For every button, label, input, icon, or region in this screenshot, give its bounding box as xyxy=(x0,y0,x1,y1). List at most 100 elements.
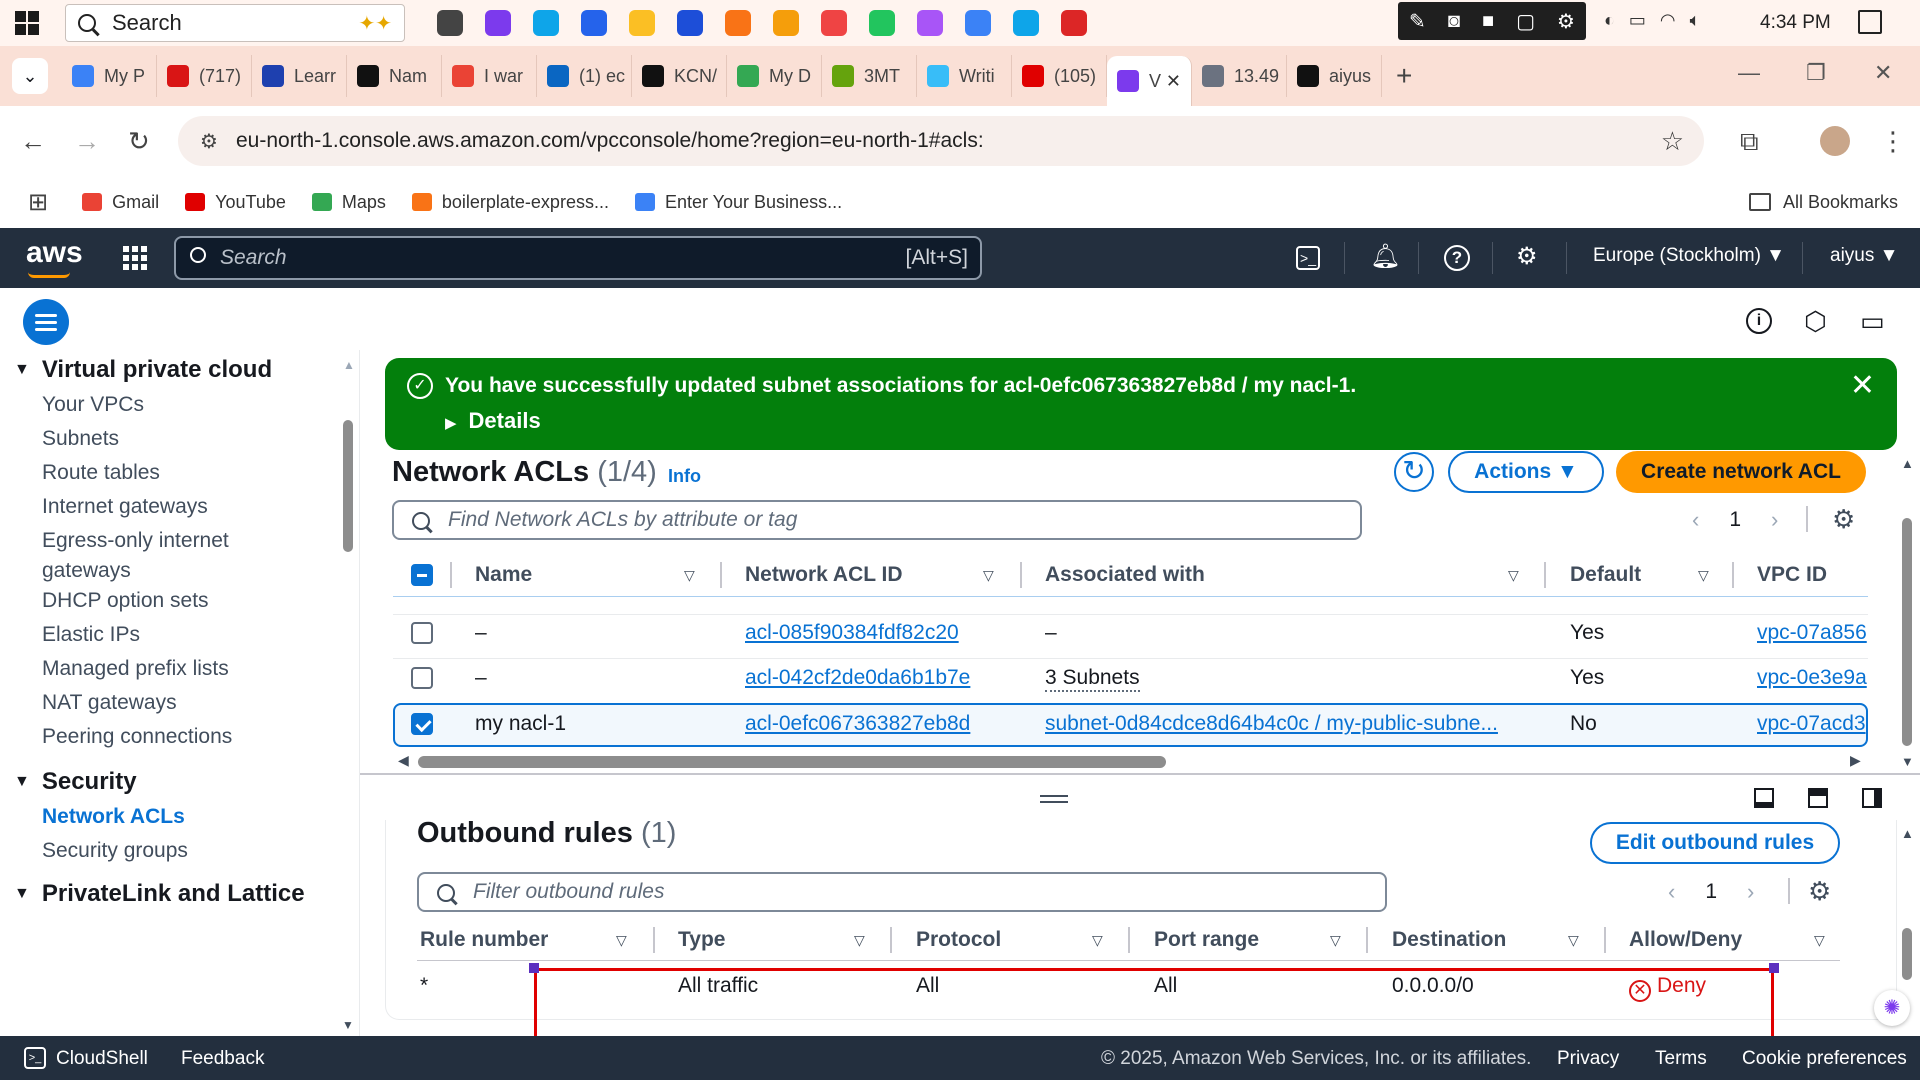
edge-icon[interactable] xyxy=(533,10,559,36)
vpc-id-link[interactable]: vpc-07a856 xyxy=(1757,621,1867,645)
column-divider[interactable] xyxy=(1544,562,1546,588)
column-header[interactable]: Destination xyxy=(1392,928,1506,952)
sidebar-scroll-down-icon[interactable]: ▼ xyxy=(342,1018,354,1032)
bell-icon[interactable]: 🔔︎ xyxy=(1370,242,1400,271)
column-divider[interactable] xyxy=(1366,927,1368,953)
restore-icon[interactable]: ❐ xyxy=(1806,60,1826,86)
table-vertical-scrollbar[interactable] xyxy=(1902,518,1912,746)
reload-icon[interactable]: ↻ xyxy=(128,126,150,157)
prev-page-icon[interactable]: ‹ xyxy=(1668,879,1675,905)
outbound-filter-input[interactable]: Filter outbound rules xyxy=(417,872,1387,912)
cookie-preferences-link[interactable]: Cookie preferences xyxy=(1742,1048,1907,1070)
cloudshell-icon[interactable]: >_ xyxy=(24,1047,46,1069)
outbound-vertical-scrollbar[interactable] xyxy=(1902,928,1912,980)
sort-caret-icon[interactable]: ▽ xyxy=(616,932,627,949)
bookmark-item[interactable]: Enter Your Business... xyxy=(634,192,842,213)
copilot-icon[interactable] xyxy=(485,10,511,36)
services-grid-icon[interactable] xyxy=(123,246,147,270)
info-link[interactable]: Info xyxy=(668,466,701,487)
sort-caret-icon[interactable]: ▽ xyxy=(1508,567,1519,584)
close-icon[interactable]: ✕ xyxy=(1850,368,1875,403)
taskbar-search[interactable]: Search ✦✦ xyxy=(65,4,405,42)
sort-caret-icon[interactable]: ▽ xyxy=(1092,932,1103,949)
browser-tab[interactable]: 13.49 xyxy=(1192,55,1287,97)
vpc-id-link[interactable]: vpc-07acd3 xyxy=(1757,712,1867,736)
files-icon[interactable] xyxy=(773,10,799,36)
browser-tab[interactable]: (1) ec xyxy=(537,55,632,97)
actions-dropdown[interactable]: Actions ▼ xyxy=(1448,451,1604,493)
column-header[interactable]: Type xyxy=(678,928,725,952)
panel-maximize-icon[interactable] xyxy=(1808,788,1828,808)
scroll-left-icon[interactable]: ◀ xyxy=(398,752,409,769)
close-window-icon[interactable]: ✕ xyxy=(1874,60,1892,86)
row-checkbox[interactable] xyxy=(411,667,433,689)
column-header[interactable]: Rule number xyxy=(420,928,548,952)
region-selector[interactable]: Europe (Stockholm) ▼ xyxy=(1593,245,1785,267)
bookmark-item[interactable]: Gmail xyxy=(82,192,159,213)
new-tab-plus-icon[interactable]: + xyxy=(1396,60,1412,92)
resize-handle-icon[interactable] xyxy=(1040,795,1068,803)
nav-item[interactable]: Your VPCs xyxy=(42,390,322,420)
video-icon[interactable]: ■ xyxy=(1482,10,1494,33)
tab-search-chevron-icon[interactable]: ⌄ xyxy=(12,58,48,94)
column-divider[interactable] xyxy=(653,927,655,953)
nav-item[interactable]: Elastic IPs xyxy=(42,620,322,650)
whatsapp-icon[interactable] xyxy=(869,10,895,36)
sort-caret-icon[interactable]: ▽ xyxy=(1814,932,1825,949)
browser-tab[interactable]: KCN/ xyxy=(632,55,727,97)
bookmark-item[interactable]: boilerplate-express... xyxy=(411,192,609,213)
screen-tools-tray[interactable]: ✎ ◙ ■ ▢ ⚙ xyxy=(1398,2,1586,40)
outbound-preferences-gear-icon[interactable]: ⚙ xyxy=(1808,876,1831,907)
feedback-link[interactable]: Feedback xyxy=(181,1048,264,1070)
chrome-icon[interactable] xyxy=(629,10,655,36)
row-checkbox[interactable] xyxy=(411,622,433,644)
cloudshell-icon[interactable]: >_ xyxy=(1296,246,1320,270)
browser-tab[interactable]: 3MT xyxy=(822,55,917,97)
nav-section-header[interactable]: ▼ PrivateLink and Lattice xyxy=(14,880,305,908)
table-preferences-gear-icon[interactable]: ⚙ xyxy=(1832,504,1855,535)
git-icon[interactable] xyxy=(965,10,991,36)
back-arrow-icon[interactable]: ← xyxy=(20,126,46,157)
annotation-handle[interactable] xyxy=(529,963,539,973)
browser-tab[interactable]: I war xyxy=(442,55,537,97)
prev-page-icon[interactable]: ‹ xyxy=(1692,507,1699,533)
associated-with-cell[interactable]: 3 Subnets xyxy=(1045,666,1140,692)
refresh-icon[interactable]: ↻ xyxy=(1394,452,1434,492)
minimize-icon[interactable]: — xyxy=(1738,60,1760,86)
vscode-icon[interactable] xyxy=(1013,10,1039,36)
associated-with-cell[interactable]: subnet-0d84cdce8d64b4c0c / my-public-sub… xyxy=(1045,712,1498,736)
outbound-current-page[interactable]: 1 xyxy=(1705,880,1717,904)
volume-icon[interactable]: 🔈︎ xyxy=(1690,10,1701,31)
column-header[interactable]: Name xyxy=(475,563,532,587)
acl-id-link[interactable]: acl-0efc067363827eb8d xyxy=(745,712,970,736)
extensions-icon[interactable]: ⧉ xyxy=(1740,126,1759,158)
more-menu-icon[interactable]: ⋮ xyxy=(1880,126,1906,157)
forward-arrow-icon[interactable]: → xyxy=(74,126,100,157)
account-menu[interactable]: aiyus ▼ xyxy=(1830,245,1898,267)
wifi-icon[interactable]: ◠ xyxy=(1660,10,1676,31)
sidebar-scroll-up-icon[interactable]: ▲ xyxy=(343,358,355,372)
browser-tab[interactable]: My P xyxy=(62,55,157,97)
nav-section-header[interactable]: ▼ Security xyxy=(14,768,137,796)
assistant-brain-icon[interactable]: ✺ xyxy=(1874,990,1910,1026)
column-divider[interactable] xyxy=(890,927,892,953)
sort-caret-icon[interactable]: ▽ xyxy=(983,567,994,584)
column-divider[interactable] xyxy=(720,562,722,588)
browser-tab[interactable]: My D xyxy=(727,55,822,97)
column-header[interactable]: Default xyxy=(1570,563,1641,587)
column-divider[interactable] xyxy=(1020,562,1022,588)
acl-id-link[interactable]: acl-042cf2de0da6b1b7e xyxy=(745,666,970,690)
create-network-acl-button[interactable]: Create network ACL xyxy=(1616,451,1866,493)
acl-id-link[interactable]: acl-085f90384fdf82c20 xyxy=(745,621,959,645)
bookmark-item[interactable]: YouTube xyxy=(185,192,286,213)
select-all-checkbox[interactable] xyxy=(411,564,433,586)
column-divider[interactable] xyxy=(1604,927,1606,953)
nav-item[interactable]: Subnets xyxy=(42,424,322,454)
close-tab-icon[interactable]: ✕ xyxy=(1166,71,1181,92)
acl-filter-input[interactable]: Find Network ACLs by attribute or tag xyxy=(392,500,1362,540)
column-header[interactable]: Allow/Deny xyxy=(1629,928,1742,952)
star-bookmark-icon[interactable]: ☆ xyxy=(1661,126,1684,157)
acl-current-page[interactable]: 1 xyxy=(1729,508,1741,532)
browser-tab[interactable]: (105) xyxy=(1012,55,1107,97)
flash-details-toggle[interactable]: ▶ Details xyxy=(445,408,541,434)
